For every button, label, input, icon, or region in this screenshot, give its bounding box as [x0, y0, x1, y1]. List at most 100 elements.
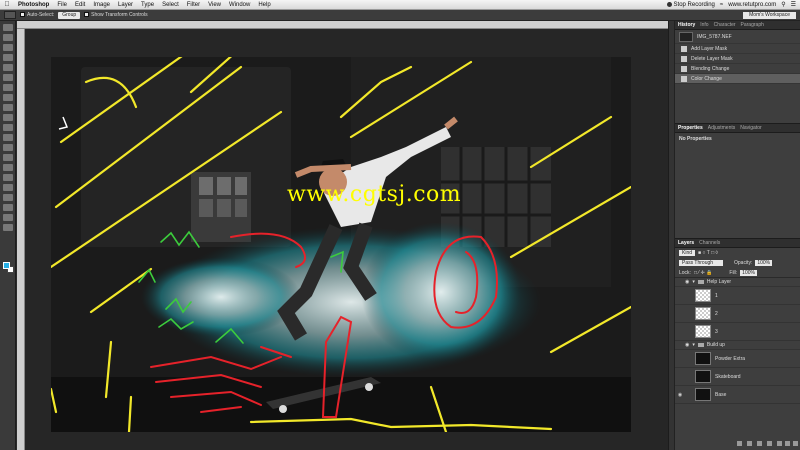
- tab-channels[interactable]: Channels: [699, 240, 720, 246]
- options-bar: Auto-Select: Group Show Transform Contro…: [0, 10, 800, 21]
- clone-stamp-tool-icon[interactable]: [3, 104, 13, 111]
- layer-name: Skateboard: [715, 373, 741, 380]
- menu-edit[interactable]: Edit: [71, 2, 89, 8]
- vertical-ruler[interactable]: [17, 29, 25, 450]
- horizontal-ruler[interactable]: [17, 21, 668, 29]
- left-window: [191, 172, 251, 242]
- new-group-icon[interactable]: [777, 441, 782, 446]
- move-tool-icon[interactable]: [4, 11, 16, 19]
- dodge-tool-icon[interactable]: [3, 154, 13, 161]
- search-icon[interactable]: ⚲: [781, 1, 785, 8]
- add-mask-icon[interactable]: [757, 441, 762, 446]
- marquee-tool-icon[interactable]: [3, 34, 13, 41]
- layer-row[interactable]: 2: [675, 305, 800, 323]
- history-item[interactable]: Blending Change: [675, 64, 800, 74]
- auto-select-label: Auto-Select:: [27, 12, 55, 18]
- edit-toolbar-icon[interactable]: [3, 224, 13, 231]
- left-building: [81, 67, 291, 247]
- eyedropper-tool-icon[interactable]: [3, 74, 13, 81]
- layer-thumbnail: [695, 370, 711, 383]
- menu-image[interactable]: Image: [89, 2, 114, 8]
- app-menu[interactable]: Photoshop: [14, 2, 53, 8]
- pen-tool-icon[interactable]: [3, 164, 13, 171]
- eraser-tool-icon[interactable]: [3, 124, 13, 131]
- layer-row[interactable]: Powder Extra: [675, 350, 800, 368]
- workspace-select[interactable]: Mom's Workspace: [743, 11, 796, 19]
- eye-icon[interactable]: ◉: [675, 392, 685, 398]
- layer-style-icon[interactable]: [747, 441, 752, 446]
- menu-type[interactable]: Type: [137, 2, 158, 8]
- menu-help[interactable]: Help: [254, 2, 274, 8]
- tab-adjustments[interactable]: Adjustments: [708, 125, 736, 131]
- history-item-label: Color Change: [691, 75, 722, 82]
- history-item[interactable]: Delete Layer Mask: [675, 54, 800, 64]
- filter-icons[interactable]: ■ ○ T □ ◊: [698, 250, 718, 256]
- lasso-tool-icon[interactable]: [3, 44, 13, 51]
- menu-select[interactable]: Select: [158, 2, 183, 8]
- fill-field[interactable]: 100%: [740, 269, 757, 276]
- layer-row[interactable]: Skateboard: [675, 368, 800, 386]
- menu-window[interactable]: Window: [225, 2, 254, 8]
- crop-tool-icon[interactable]: [3, 64, 13, 71]
- menu-file[interactable]: File: [53, 2, 71, 8]
- lock-icons[interactable]: □ ⁄ ✛ 🔒: [694, 270, 712, 276]
- foreground-color-swatch[interactable]: [3, 262, 10, 269]
- healing-brush-tool-icon[interactable]: [3, 84, 13, 91]
- tab-character[interactable]: Character: [714, 22, 736, 28]
- history-item[interactable]: Add Layer Mask: [675, 44, 800, 54]
- opacity-label: Opacity:: [734, 260, 753, 266]
- path-select-tool-icon[interactable]: [3, 184, 13, 191]
- tab-paragraph[interactable]: Paragraph: [741, 22, 764, 28]
- chevron-down-icon[interactable]: ▾: [692, 279, 695, 285]
- document-canvas[interactable]: www.cgtsj.com: [51, 57, 631, 432]
- wifi-icon[interactable]: ≈: [720, 2, 723, 8]
- opacity-field[interactable]: 100%: [755, 260, 773, 266]
- checkbox-icon: [20, 12, 25, 18]
- shape-tool-icon[interactable]: [3, 194, 13, 201]
- snapshot-thumbnail: [679, 31, 693, 42]
- eye-icon[interactable]: ◉: [685, 279, 689, 285]
- zoom-tool-icon[interactable]: [3, 214, 13, 221]
- blend-mode-select[interactable]: Pass Through: [679, 260, 723, 266]
- blur-tool-icon[interactable]: [3, 144, 13, 151]
- layer-row[interactable]: ◉ Base: [675, 386, 800, 404]
- tab-properties[interactable]: Properties: [678, 125, 703, 131]
- layer-group-build[interactable]: ◉ ▾ Build up: [675, 341, 800, 350]
- tab-navigator[interactable]: Navigator: [740, 125, 761, 131]
- auto-select-checkbox[interactable]: Auto-Select:: [20, 12, 54, 18]
- layers-panel-tabs: Layers Channels: [675, 239, 800, 248]
- trash-icon[interactable]: [793, 441, 798, 446]
- eye-icon[interactable]: ◉: [685, 342, 689, 348]
- lock-label: Lock:: [679, 269, 691, 276]
- adjustment-layer-icon[interactable]: [767, 441, 772, 446]
- history-snapshot[interactable]: IMG_5787.NEF: [675, 30, 800, 44]
- auto-select-target-select[interactable]: Group: [58, 11, 81, 19]
- menu-filter[interactable]: Filter: [183, 2, 204, 8]
- menu-layer[interactable]: Layer: [114, 2, 137, 8]
- apple-menu-icon[interactable]: : [0, 1, 14, 8]
- gradient-tool-icon[interactable]: [3, 134, 13, 141]
- properties-panel: Properties Adjustments Navigator No Prop…: [675, 124, 800, 239]
- move-tool-icon[interactable]: [3, 24, 13, 31]
- tab-layers[interactable]: Layers: [678, 240, 694, 246]
- hand-tool-icon[interactable]: [3, 204, 13, 211]
- stop-recording-button[interactable]: Stop Recording: [666, 2, 715, 8]
- new-layer-icon[interactable]: [785, 441, 790, 446]
- quick-select-tool-icon[interactable]: [3, 54, 13, 61]
- link-layers-icon[interactable]: [737, 441, 742, 446]
- list-icon[interactable]: ☰: [791, 1, 796, 8]
- chevron-down-icon[interactable]: ▾: [692, 342, 695, 348]
- brush-tool-icon[interactable]: [3, 94, 13, 101]
- layer-row[interactable]: 1: [675, 287, 800, 305]
- menu-view[interactable]: View: [204, 2, 225, 8]
- history-brush-tool-icon[interactable]: [3, 114, 13, 121]
- history-item-selected[interactable]: Color Change: [675, 74, 800, 84]
- tab-history[interactable]: History: [678, 22, 695, 28]
- layer-group-help[interactable]: ◉ ▾ Help Layer: [675, 278, 800, 287]
- type-tool-icon[interactable]: [3, 174, 13, 181]
- tab-info[interactable]: Info: [700, 22, 708, 28]
- layer-row[interactable]: 3: [675, 323, 800, 341]
- menu-bar:  Photoshop File Edit Image Layer Type S…: [0, 0, 800, 10]
- show-transform-checkbox[interactable]: Show Transform Controls: [84, 12, 148, 18]
- layer-kind-filter[interactable]: Kind: [679, 250, 696, 256]
